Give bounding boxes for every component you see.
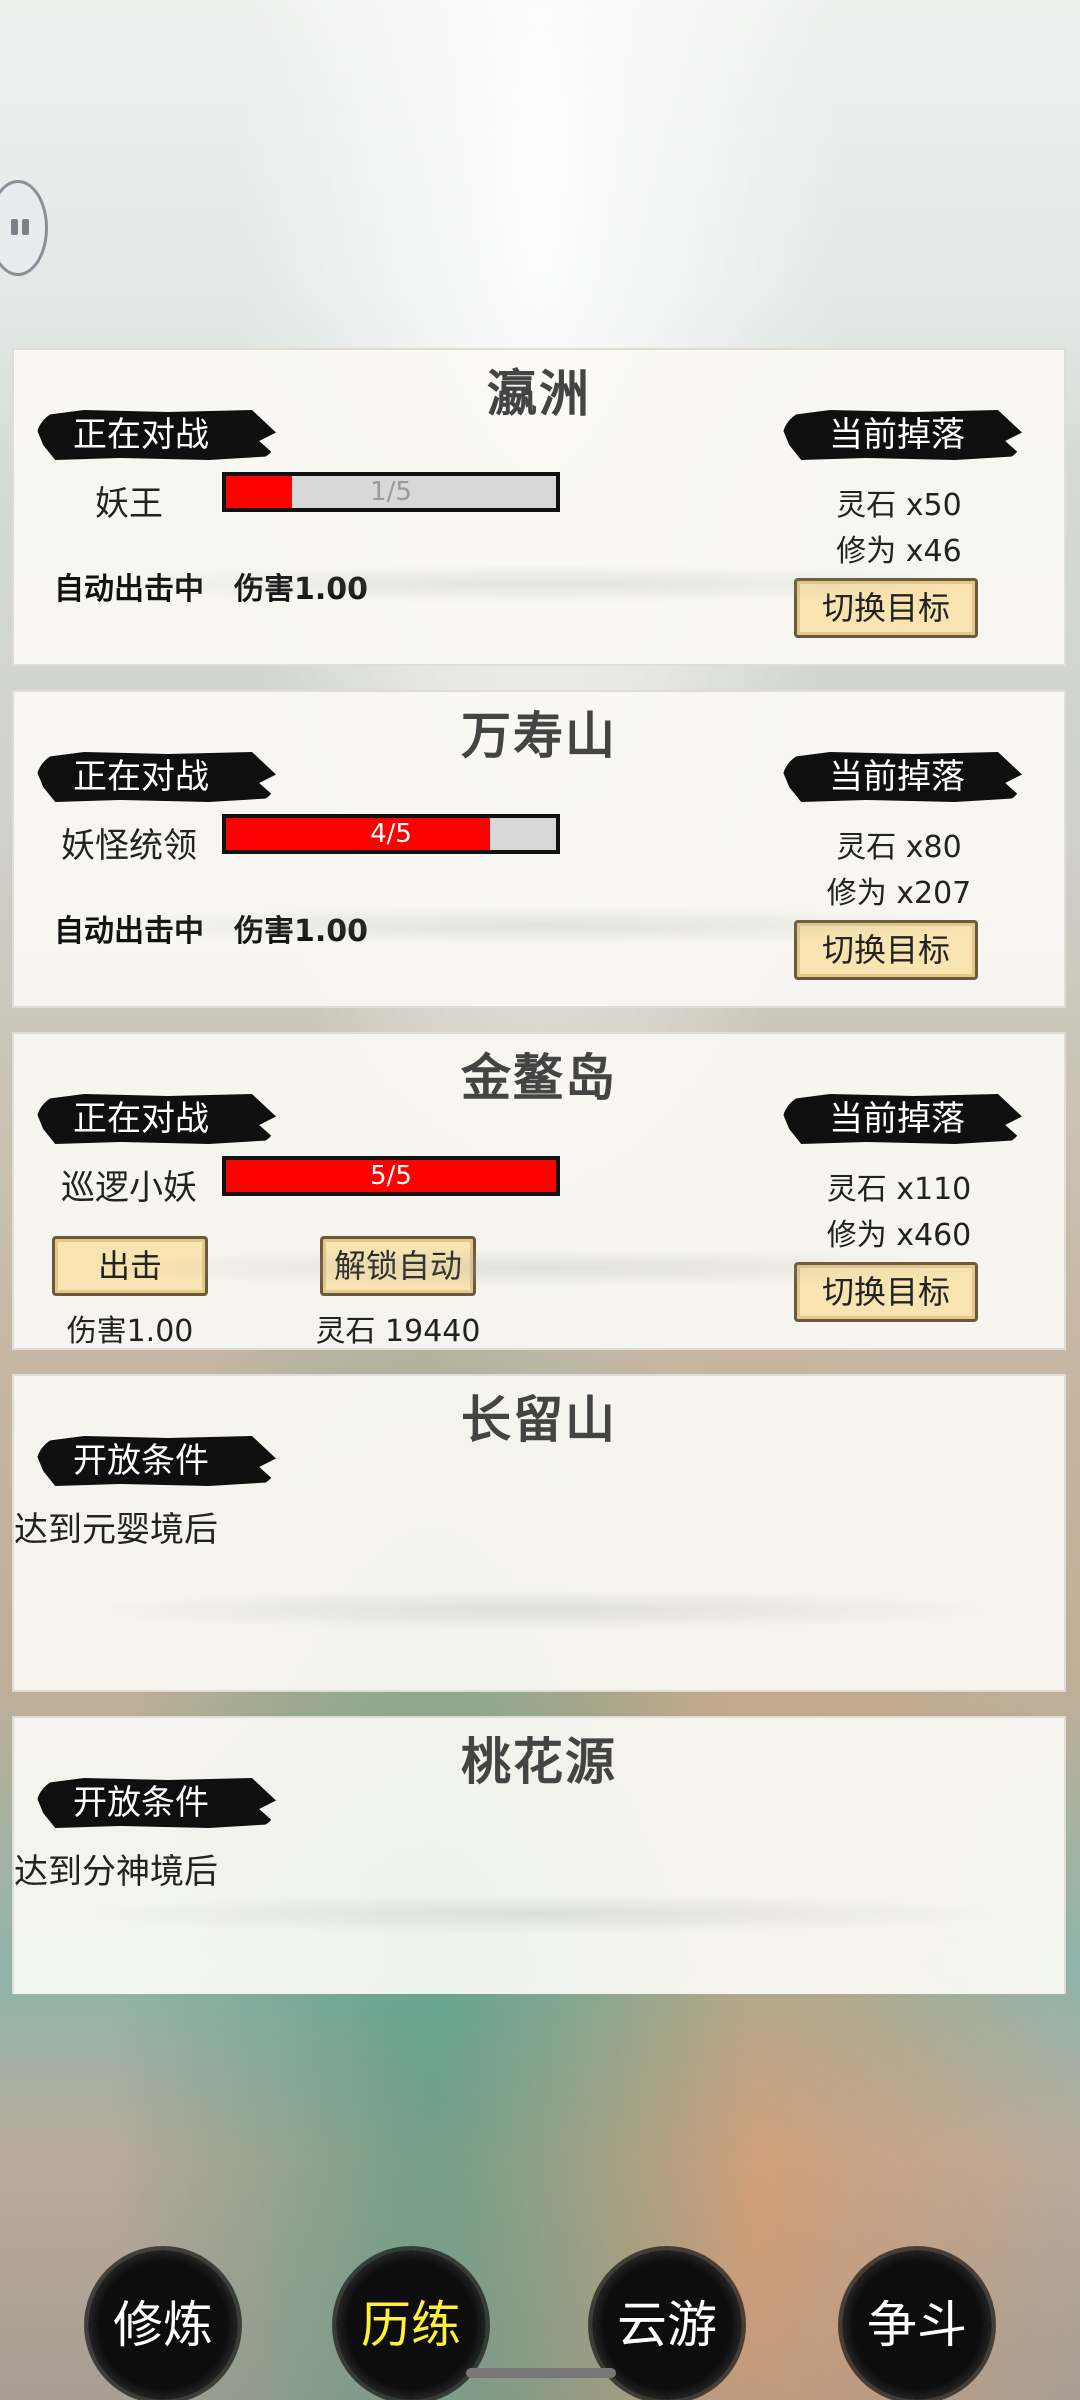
drop-spirit-stone: 灵石 x110 (826, 1172, 972, 1207)
damage-value: 伤害1.00 (234, 572, 369, 607)
pause-icon (11, 219, 18, 235)
damage-value: 伤害1.00 (66, 1314, 194, 1349)
battle-label: 正在对战 (36, 1094, 276, 1144)
enemy-hp-bar: 5/5 (222, 1156, 560, 1196)
drop-cultivation: 修为 x207 (826, 876, 972, 911)
drop-cultivation: 修为 x46 (836, 534, 962, 569)
hp-text: 4/5 (370, 819, 412, 849)
unlock-condition: 达到分神境后 (14, 1852, 218, 1892)
auto-attack-status: 自动出击中 (54, 572, 204, 607)
switch-target-button[interactable]: 切换目标 (794, 1262, 978, 1322)
enemy-name: 妖怪统领 (61, 826, 197, 866)
nav-cultivate[interactable]: 修炼 (88, 2250, 238, 2400)
drop-label: 当前掉落 (782, 1094, 1022, 1144)
drop-spirit-stone: 灵石 x80 (836, 830, 962, 865)
drop-label: 当前掉落 (782, 752, 1022, 802)
attack-button[interactable]: 出击 (52, 1236, 208, 1296)
nav-combat[interactable]: 争斗 (842, 2250, 992, 2400)
unlock-condition-label: 开放条件 (36, 1778, 276, 1828)
unlock-condition: 达到元婴境后 (14, 1510, 218, 1550)
region-card-yingzhou: 瀛洲 正在对战 当前掉落 妖王 1/5 灵石 x50 修为 x46 切换目标 自… (12, 348, 1066, 666)
enemy-name: 巡逻小妖 (61, 1168, 197, 1208)
drop-label: 当前掉落 (782, 410, 1022, 460)
hp-text: 1/5 (370, 477, 412, 507)
region-card-wanshoushan: 万寿山 正在对战 当前掉落 妖怪统领 4/5 灵石 x80 修为 x207 切换… (12, 690, 1066, 1008)
battle-label: 正在对战 (36, 752, 276, 802)
enemy-hp-bar: 4/5 (222, 814, 560, 854)
hp-text: 5/5 (370, 1161, 412, 1191)
battle-label: 正在对战 (36, 410, 276, 460)
unlock-condition-label: 开放条件 (36, 1436, 276, 1486)
enemy-name: 妖王 (95, 484, 163, 524)
unlock-auto-button[interactable]: 解锁自动 (320, 1236, 476, 1296)
switch-target-button[interactable]: 切换目标 (794, 578, 978, 638)
damage-value: 伤害1.00 (234, 914, 369, 949)
unlock-cost: 灵石 19440 (315, 1314, 481, 1349)
drop-spirit-stone: 灵石 x50 (836, 488, 962, 523)
region-card-taohuayuan: 桃花源 开放条件 达到分神境后 (12, 1716, 1066, 1994)
drop-cultivation: 修为 x460 (826, 1218, 972, 1253)
region-card-changliushan: 长留山 开放条件 达到元婴境后 (12, 1374, 1066, 1692)
switch-target-button[interactable]: 切换目标 (794, 920, 978, 980)
nav-training[interactable]: 历练 (336, 2250, 486, 2400)
home-indicator[interactable] (466, 2368, 616, 2378)
enemy-hp-bar: 1/5 (222, 472, 560, 512)
auto-attack-status: 自动出击中 (54, 914, 204, 949)
region-card-jinaodao: 金鳌岛 正在对战 当前掉落 巡逻小妖 5/5 灵石 x110 修为 x460 切… (12, 1032, 1066, 1350)
nav-travel[interactable]: 云游 (592, 2250, 742, 2400)
